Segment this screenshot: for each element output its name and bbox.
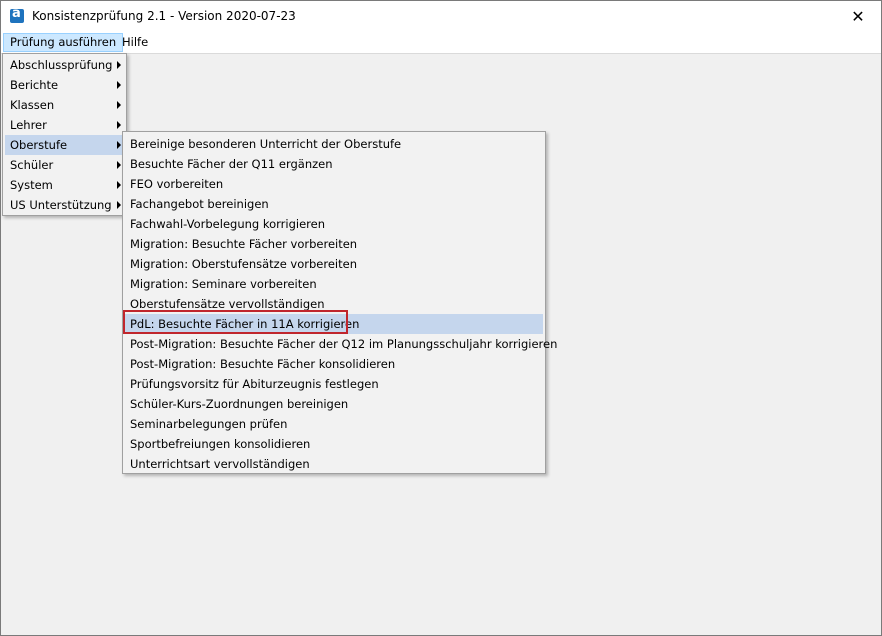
menu-item-label: Berichte	[10, 78, 59, 92]
menu-item-label: Klassen	[10, 98, 55, 112]
submenu-item[interactable]: Post-Migration: Besuchte Fächer konsolid…	[125, 354, 543, 374]
menu-item-label: Schüler	[10, 158, 54, 172]
submenu-item[interactable]: Post-Migration: Besuchte Fächer der Q12 …	[125, 334, 557, 354]
menu-item-label: US Unterstützung	[10, 198, 112, 212]
submenu-arrow-icon	[117, 181, 121, 189]
submenu-arrow-icon	[117, 121, 121, 129]
menu-item-us-unterstuetzung[interactable]: US Unterstützung	[5, 195, 124, 215]
oberstufe-submenu: Bereinige besonderen Unterricht der Ober…	[122, 131, 557, 474]
submenu-item[interactable]: Fachangebot bereinigen	[125, 194, 543, 214]
app-logo-icon	[10, 6, 24, 23]
submenu-item[interactable]: Migration: Seminare vorbereiten	[125, 274, 543, 294]
menu-pruefung-ausfuehren[interactable]: Prüfung ausführen	[3, 33, 124, 52]
submenu-item[interactable]: Migration: Besuchte Fächer vorbereiten	[125, 234, 543, 254]
submenu-item[interactable]: FEO vorbereiten	[125, 174, 543, 194]
submenu-arrow-icon	[117, 201, 121, 209]
menu-hilfe[interactable]: Hilfe	[116, 33, 154, 52]
menu-bar: Prüfung ausführen Hilfe	[1, 32, 881, 54]
submenu-item[interactable]: Prüfungsvorsitz für Abiturzeugnis festle…	[125, 374, 543, 394]
submenu-item[interactable]: Fachwahl-Vorbelegung korrigieren	[125, 214, 543, 234]
menu-item-klassen[interactable]: Klassen	[5, 95, 124, 115]
title-bar: Konsistenzprüfung 2.1 - Version 2020-07-…	[1, 1, 881, 32]
submenu-item[interactable]: Besuchte Fächer der Q11 ergänzen	[125, 154, 543, 174]
submenu-item[interactable]: Seminarbelegungen prüfen	[125, 414, 543, 434]
submenu-arrow-icon	[117, 141, 121, 149]
window-title: Konsistenzprüfung 2.1 - Version 2020-07-…	[32, 9, 296, 23]
menu-item-label: System	[10, 178, 53, 192]
menu-item-berichte[interactable]: Berichte	[5, 75, 124, 95]
menu-item-label: Oberstufe	[10, 138, 68, 152]
submenu-arrow-icon	[117, 61, 121, 69]
menu-item-abschlusspruefung[interactable]: Abschlussprüfung	[5, 55, 124, 75]
submenu-item[interactable]: Sportbefreiungen konsolidieren	[125, 434, 543, 454]
submenu-arrow-icon	[117, 161, 121, 169]
submenu-item[interactable]: Schüler-Kurs-Zuordnungen bereinigen	[125, 394, 543, 414]
menu-item-lehrer[interactable]: Lehrer	[5, 115, 124, 135]
submenu-item-pdl-selected[interactable]: PdL: Besuchte Fächer in 11A korrigieren	[125, 314, 543, 334]
main-dropdown-menu: Abschlussprüfung Berichte Klassen Lehrer…	[2, 53, 127, 216]
close-button[interactable]: ✕	[835, 1, 881, 32]
submenu-arrow-icon	[117, 101, 121, 109]
submenu-item[interactable]: Bereinige besonderen Unterricht der Ober…	[125, 134, 543, 154]
menu-item-oberstufe[interactable]: Oberstufe	[5, 135, 124, 155]
menu-item-schueler[interactable]: Schüler	[5, 155, 124, 175]
submenu-item[interactable]: Migration: Oberstufensätze vorbereiten	[125, 254, 543, 274]
submenu-item[interactable]: Oberstufensätze vervollständigen	[125, 294, 543, 314]
menu-item-label: Abschlussprüfung	[10, 58, 113, 72]
menu-item-label: Lehrer	[10, 118, 47, 132]
submenu-item[interactable]: Unterrichtsart vervollständigen	[125, 454, 543, 474]
submenu-arrow-icon	[117, 81, 121, 89]
menu-item-system[interactable]: System	[5, 175, 124, 195]
